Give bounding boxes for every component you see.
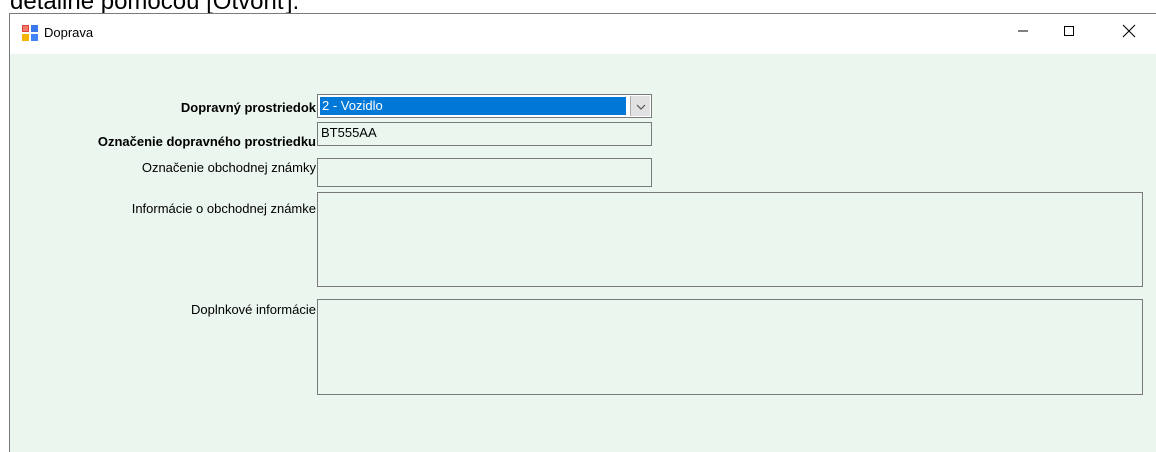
minimize-icon: [1017, 24, 1029, 42]
transport-means-label: Dopravný prostriedok: [180, 100, 316, 115]
trademark-info-textarea[interactable]: [317, 192, 1143, 287]
form-area: Dopravný prostriedok 2 - Vozidlo Označen…: [10, 54, 1156, 452]
title-bar[interactable]: Doprava: [10, 14, 1156, 54]
app-form-icon: [22, 25, 38, 41]
trademark-id-field[interactable]: [317, 158, 652, 187]
maximize-icon: [1063, 24, 1075, 42]
window-title: Doprava: [44, 25, 94, 40]
chevron-down-icon: [636, 97, 646, 115]
additional-info-textarea[interactable]: [317, 299, 1143, 395]
transport-means-select[interactable]: 2 - Vozidlo: [317, 94, 652, 118]
trademark-info-label: Informácie o obchodnej známke: [131, 201, 316, 216]
trademark-id-label: Označenie obchodnej známky: [141, 160, 316, 175]
vehicle-id-field[interactable]: BT555AA: [317, 122, 652, 146]
maximize-button[interactable]: [1046, 14, 1092, 52]
close-button[interactable]: [1106, 14, 1152, 52]
dropdown-button[interactable]: [630, 96, 650, 116]
screen: detailne pomocou [Otvoriť]. Doprava Dopr…: [0, 0, 1156, 452]
transport-means-selected-value: 2 - Vozidlo: [320, 97, 626, 115]
additional-info-label: Doplnkové informácie: [190, 302, 316, 317]
close-icon: [1122, 24, 1136, 43]
minimize-button[interactable]: [1000, 14, 1046, 52]
doprava-dialog: Doprava Dopravný prostriedok 2 - Vozidlo…: [9, 13, 1156, 452]
vehicle-id-label: Označenie dopravného prostriedku: [97, 134, 316, 149]
